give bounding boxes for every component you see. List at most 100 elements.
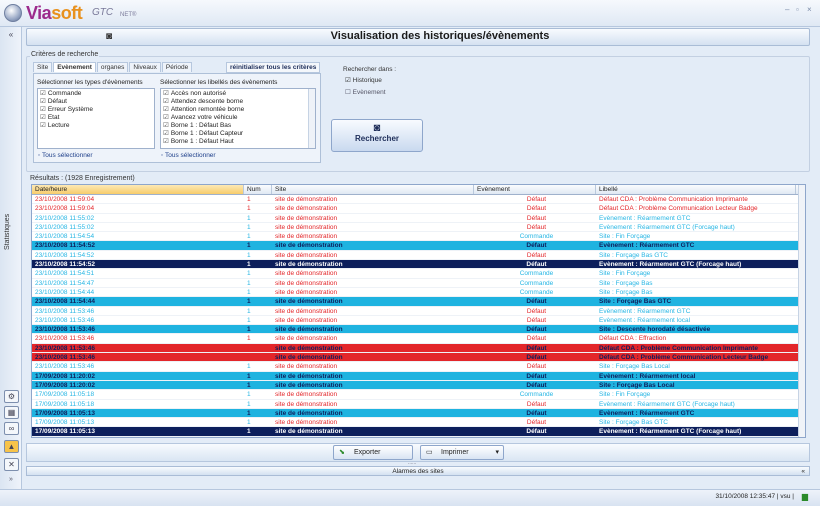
sidebar-tab-statistiques[interactable]: Statistiques [4,200,18,250]
col-header-libelle[interactable]: Libellé [596,185,796,194]
cell-s: site de démonstration [275,316,338,324]
tab-organes[interactable]: organes [96,62,129,72]
table-row[interactable]: 23/10/2008 11:53:46 1 site de démonstratio… [32,362,805,372]
table-row[interactable]: 23/10/2008 11:59:04 1 site de démonstratio… [32,195,805,205]
cell-n: 1 [247,261,251,269]
alarms-bar[interactable]: Alarmes des sites « [26,466,810,476]
table-row[interactable]: 23/10/2008 11:54:54 1 site de démonstratio… [32,232,805,242]
table-row[interactable]: 23/10/2008 11:54:44 1 site de démonstratio… [32,287,805,298]
table-row[interactable]: 17/09/2008 11:05:13 1 site de démonstratio… [32,418,805,428]
cell-e: Commande [519,279,554,287]
table-row[interactable]: 23/10/2008 11:54:52 1 site de démonstratio… [32,250,805,261]
table-row[interactable]: 17/09/2008 11:05:13 1 site de démonstratio… [32,427,805,437]
grid-scrollbar[interactable] [798,185,805,437]
table-row[interactable]: 23/10/2008 11:53:46 1 site de démonstratio… [32,334,805,344]
cell-s: site de démonstration [275,288,338,296]
col-header-date[interactable]: Date/heure [32,185,244,194]
col-header-num[interactable]: Num [244,185,272,194]
expand-icon[interactable]: « [801,467,805,476]
sidebar-collapse-button[interactable]: « [2,30,20,40]
tools-icon[interactable]: ✕ [4,458,19,471]
expand-arrow-icon[interactable]: » [9,476,13,483]
cell-d: 17/09/2008 11:05:13 [35,409,95,417]
table-row[interactable]: 17/09/2008 11:05:18 1 site de démonstratio… [32,399,805,409]
select-all-types-link[interactable]: ◦ Tous sélectionner [38,152,93,159]
table-row[interactable]: 23/10/2008 11:53:46 1 site de démonstratio… [32,343,805,354]
table-row[interactable]: 23/10/2008 11:53:46 1 site de démonstratio… [32,315,805,326]
libelle-checkbox[interactable]: Borne 1 : Défaut Capteur [163,130,313,138]
results-grid[interactable]: Date/heure Num Site Evènement Libellé 23… [31,184,806,438]
table-row[interactable]: 17/09/2008 11:05:13 1 site de démonstratio… [32,408,805,419]
app-orb-icon[interactable] [4,4,22,22]
cell-l: Défaut CDA : Problème Communication Impr… [599,344,759,352]
table-row[interactable]: 23/10/2008 11:55:02 1 site de démonstratio… [32,222,805,233]
cell-l: Evènement : Réarmement local [599,372,696,380]
cell-d: 23/10/2008 11:54:54 [35,233,95,241]
alarm-icon[interactable]: ▲ [4,440,19,453]
table-row[interactable]: 23/10/2008 11:54:51 1 site de démonstratio… [32,269,805,279]
tab-evenement[interactable]: Evènement [53,62,96,72]
cell-d: 17/09/2008 11:05:18 [35,391,95,399]
table-row[interactable]: 23/10/2008 11:54:47 1 site de démonstratio… [32,278,805,288]
chevron-down-icon[interactable]: ▾ [495,446,499,459]
libelle-checkbox[interactable]: Attendez descente borne [163,98,313,106]
link-icon[interactable]: ∞ [4,422,19,435]
export-button[interactable]: ⬊ Exporter [333,445,413,460]
minimize-button[interactable]: – [785,5,789,14]
status-chart-icon[interactable]: ▆ [802,492,808,501]
col-header-site[interactable]: Site [272,185,474,194]
table-row[interactable]: 17/09/2008 11:05:18 1 site de démonstratio… [32,390,805,400]
libelle-checkbox[interactable]: Accès non autorisé [163,90,313,98]
table-row[interactable]: 23/10/2008 11:54:52 1 site de démonstratio… [32,241,805,251]
table-row[interactable]: 23/10/2008 11:59:04 1 site de démonstratio… [32,204,805,214]
type-checkbox[interactable]: Défaut [40,98,152,106]
table-row[interactable]: 17/09/2008 11:20:02 1 site de démonstratio… [32,371,805,381]
cell-l: Site : Fin Forçage [599,391,651,399]
cell-e: Commande [519,391,554,399]
type-checkbox[interactable]: Erreur Système [40,106,152,114]
gear-icon[interactable]: ⚙ [4,390,19,403]
types-list[interactable]: CommandeDéfautErreur SystèmeEtatLecture [37,88,155,149]
search-button[interactable]: ◙ Rechercher [331,119,423,152]
historique-checkbox[interactable]: ☑ Historique [345,76,382,84]
maximize-button[interactable]: ▫ [796,5,799,14]
chart-icon[interactable]: ▦ [4,406,19,419]
table-row[interactable]: 23/10/2008 11:55:02 1 site de démonstratio… [32,213,805,223]
table-row[interactable]: 17/09/2008 11:20:02 1 site de démonstratio… [32,380,805,391]
cell-l: Défaut CDA : Problème Communication Lect… [599,354,769,362]
cell-l: Site : Forçage Bas [599,288,653,296]
evenement-checkbox[interactable]: ☐ Evènement [345,88,386,96]
select-all-libelles-link[interactable]: ◦ Tous sélectionner [161,152,216,159]
tab-periode[interactable]: Période [161,62,193,72]
cell-s: site de démonstration [275,381,343,389]
cell-e: Défaut [526,298,547,306]
libelles-list[interactable]: Accès non autoriséAttendez descente born… [160,88,316,149]
cell-n: 1 [247,400,251,408]
print-button[interactable]: ▭ Imprimer ▾ [420,445,504,460]
tab-niveaux[interactable]: Niveaux [129,62,161,72]
cell-n: 1 [247,428,251,436]
libelles-scrollbar[interactable] [308,89,315,148]
type-checkbox[interactable]: Lecture [40,122,152,130]
col-header-evenement[interactable]: Evènement [474,185,596,194]
table-row[interactable]: 23/10/2008 11:53:46 1 site de démonstratio… [32,306,805,316]
cell-n: 1 [247,298,251,306]
libelle-checkbox[interactable]: Attention remontée borne [163,106,313,114]
table-row[interactable]: 23/10/2008 11:54:44 1 site de démonstratio… [32,297,805,307]
close-button[interactable]: × [807,5,812,14]
cell-s: site de démonstration [275,298,343,306]
cell-n: 1 [247,326,251,334]
cell-n: 1 [247,344,251,352]
type-checkbox[interactable]: Etat [40,114,152,122]
table-row[interactable]: 23/10/2008 11:53:46 1 site de démonstratio… [32,353,805,363]
cell-s: site de démonstration [275,214,338,222]
type-checkbox[interactable]: Commande [40,90,152,98]
table-row[interactable]: 23/10/2008 11:54:52 1 site de démonstratio… [32,260,805,270]
libelle-checkbox[interactable]: Avancez votre véhicule [163,114,313,122]
libelle-checkbox[interactable]: Borne 1 : Défaut Haut [163,138,313,146]
cell-e: Défaut [526,381,547,389]
table-row[interactable]: 23/10/2008 11:53:46 1 site de démonstratio… [32,325,805,335]
libelle-checkbox[interactable]: Borne 1 : Défaut Bas [163,122,313,130]
reset-criteria-button[interactable]: réinitialiser tous les critères [226,62,321,73]
tab-site[interactable]: Site [33,62,53,72]
